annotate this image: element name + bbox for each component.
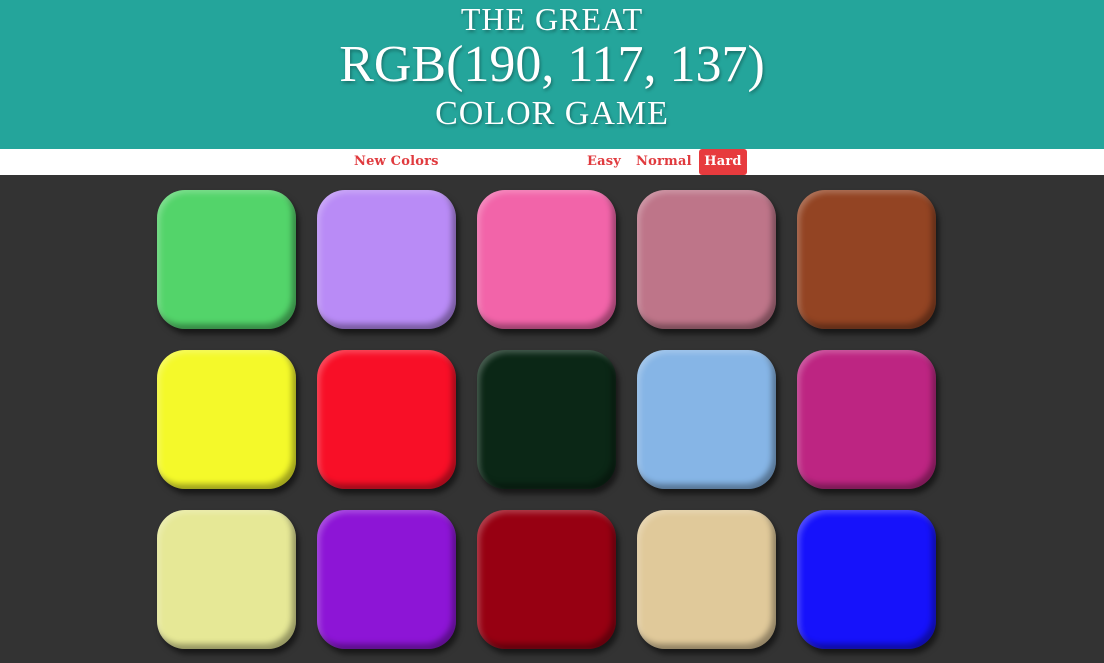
color-square[interactable]	[477, 190, 616, 329]
control-stripe: New Colors Easy Normal Hard	[0, 149, 1104, 175]
color-square[interactable]	[637, 350, 776, 489]
mode-normal-button[interactable]: Normal	[631, 149, 697, 175]
color-square[interactable]	[317, 510, 456, 649]
color-square[interactable]	[477, 350, 616, 489]
title-color-game: Color Game	[435, 95, 669, 132]
mode-easy-button[interactable]: Easy	[582, 149, 626, 175]
color-square[interactable]	[157, 510, 296, 649]
rgb-display: RGB(190, 117, 137)	[339, 36, 765, 93]
color-square[interactable]	[317, 350, 456, 489]
color-square[interactable]	[797, 350, 936, 489]
title-the-great: The Great	[460, 1, 644, 37]
mode-hard-button[interactable]: Hard	[699, 149, 747, 175]
header: The Great RGB(190, 117, 137) Color Game	[0, 0, 1104, 149]
color-square[interactable]	[797, 510, 936, 649]
color-square[interactable]	[637, 510, 776, 649]
color-board	[0, 175, 1104, 663]
color-square[interactable]	[637, 190, 776, 329]
color-square[interactable]	[477, 510, 616, 649]
new-colors-button[interactable]: New Colors	[349, 149, 444, 175]
color-square[interactable]	[317, 190, 456, 329]
color-square[interactable]	[157, 190, 296, 329]
color-square[interactable]	[157, 350, 296, 489]
color-square[interactable]	[797, 190, 936, 329]
